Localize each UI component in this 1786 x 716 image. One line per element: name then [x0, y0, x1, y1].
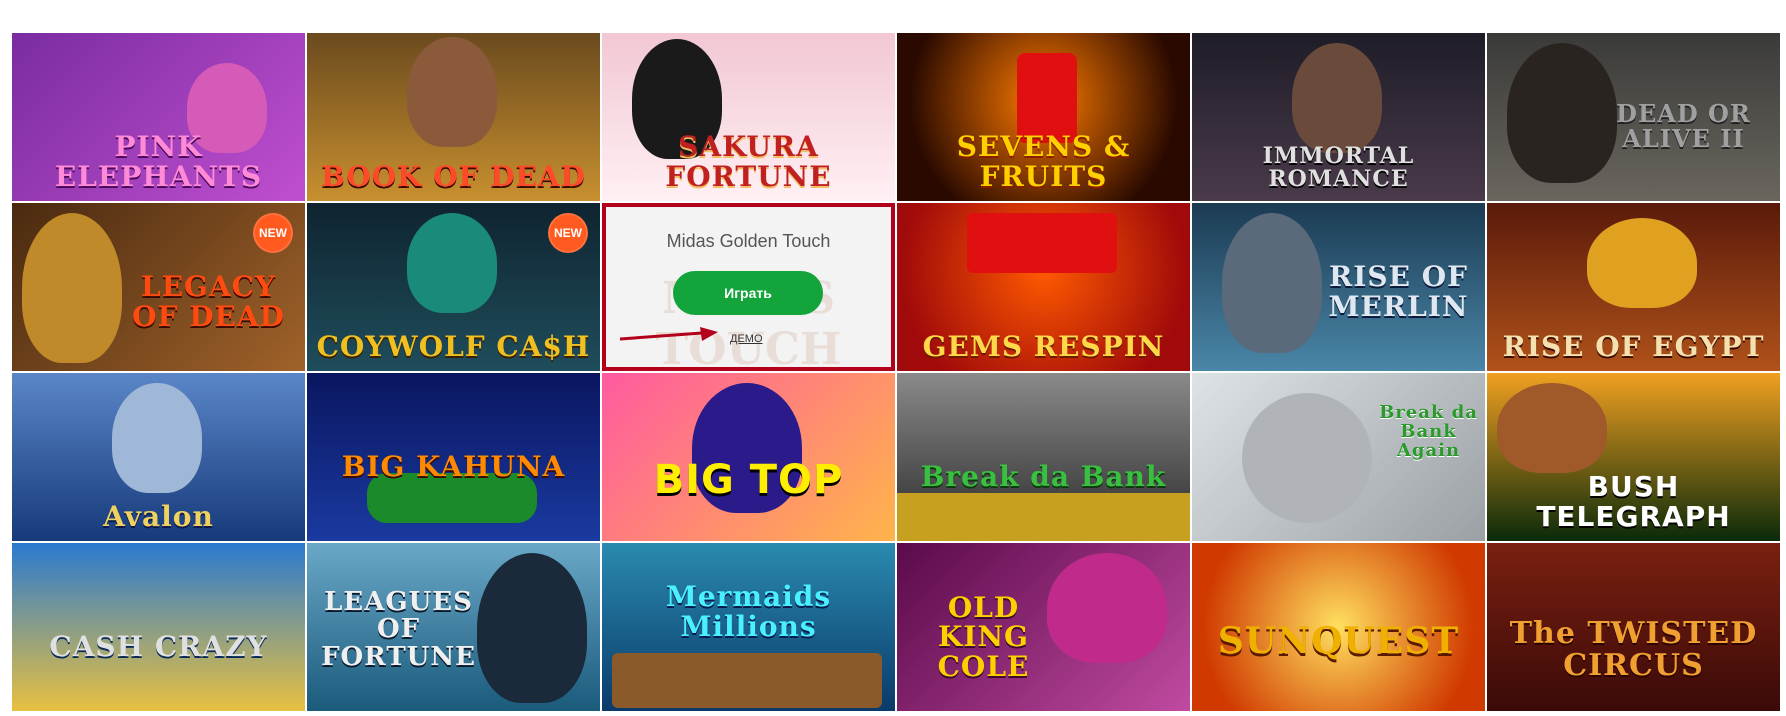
- game-title: LEAGUES OF FORTUNE: [321, 587, 476, 672]
- wolf-mask-icon: [407, 213, 497, 313]
- vault-icon: [1242, 393, 1372, 523]
- game-tile-big-kahuna[interactable]: BIG KAHUNA: [307, 373, 600, 541]
- lady-icon: [112, 383, 202, 493]
- game-tile-rise-of-egypt[interactable]: RISE OF EGYPT: [1487, 203, 1780, 371]
- game-title: RISE OF MERLIN: [1328, 260, 1469, 323]
- coins-icon: [897, 493, 1190, 541]
- game-tile-break-da-bank[interactable]: Break da Bank: [897, 373, 1190, 541]
- game-title: PINK ELEPHANTS: [54, 130, 263, 193]
- game-name: Midas Golden Touch: [666, 231, 831, 251]
- game-tile-sakura-fortune[interactable]: SAKURA FORTUNE: [602, 33, 895, 201]
- game-tile-sevens-fruits[interactable]: SEVENS & FRUITS: [897, 33, 1190, 201]
- game-title: SEVENS & FRUITS: [956, 130, 1131, 193]
- sevens-icon: [967, 213, 1117, 273]
- game-tile-dead-or-alive-2[interactable]: DEAD OR ALIVE II: [1487, 33, 1780, 201]
- new-badge: NEW: [548, 213, 588, 253]
- game-tile-old-king-cole[interactable]: OLD KING COLE: [897, 543, 1190, 711]
- game-grid: PINK ELEPHANTS BOOK OF DEAD SAKURA FORTU…: [12, 33, 1782, 716]
- game-tile-midas-golden-touch[interactable]: MIDAS TOUCH Midas Golden Touch Играть ДЕ…: [602, 203, 895, 371]
- warthog-icon: [1497, 383, 1607, 473]
- game-tile-mermaids-millions[interactable]: Mermaids Millions: [602, 543, 895, 711]
- game-title: BOOK OF DEAD: [321, 159, 586, 193]
- game-title: SAKURA FORTUNE: [665, 130, 832, 193]
- game-title: COYWOLF CA$H: [316, 329, 591, 363]
- play-button[interactable]: Играть: [673, 271, 823, 315]
- game-tile-break-da-bank-again[interactable]: Break da Bank Again: [1192, 373, 1485, 541]
- game-tile-immortal-romance[interactable]: IMMORTAL ROMANCE: [1192, 33, 1485, 201]
- arrow-right-icon: [620, 327, 718, 341]
- game-title: IMMORTAL ROMANCE: [1262, 142, 1415, 192]
- game-title: DEAD OR ALIVE II: [1616, 98, 1751, 153]
- game-tile-book-of-dead[interactable]: BOOK OF DEAD: [307, 33, 600, 201]
- sphinx-icon: [1587, 218, 1697, 308]
- game-tile-sunquest[interactable]: SUNQUEST: [1192, 543, 1485, 711]
- game-tile-rise-of-merlin[interactable]: RISE OF MERLIN: [1192, 203, 1485, 371]
- game-tile-the-twisted-circus[interactable]: The TWISTED CIRCUS: [1487, 543, 1780, 711]
- pharaoh-icon: [22, 213, 122, 363]
- game-tile-pink-elephants[interactable]: PINK ELEPHANTS: [12, 33, 305, 201]
- characters-icon: [1292, 43, 1382, 153]
- game-tile-cash-crazy[interactable]: CASH CRAZY: [12, 543, 305, 711]
- game-title: Avalon: [103, 499, 214, 533]
- adventurer-icon: [407, 37, 497, 147]
- game-title: OLD KING COLE: [937, 590, 1030, 683]
- game-tile-coywolf-cash[interactable]: NEW COYWOLF CA$H: [307, 203, 600, 371]
- game-title: BIG KAHUNA: [341, 449, 566, 483]
- game-tile-avalon[interactable]: Avalon: [12, 373, 305, 541]
- game-tile-legacy-of-dead[interactable]: NEW LEGACY OF DEAD: [12, 203, 305, 371]
- game-title: SUNQUEST: [1217, 620, 1460, 663]
- game-title: RISE OF EGYPT: [1502, 329, 1765, 363]
- game-title: LEGACY OF DEAD: [132, 270, 285, 333]
- game-tile-big-top[interactable]: BIG TOP: [602, 373, 895, 541]
- game-title: Break da Bank Again: [1379, 402, 1478, 462]
- game-artwork: [12, 543, 305, 711]
- wizard-icon: [1222, 213, 1322, 353]
- game-title: The TWISTED CIRCUS: [1509, 616, 1758, 683]
- new-badge: NEW: [253, 213, 293, 253]
- treasure-chest-icon: [612, 653, 882, 708]
- game-tile-leagues-of-fortune[interactable]: LEAGUES OF FORTUNE: [307, 543, 600, 711]
- game-tile-bush-telegraph[interactable]: BUSH TELEGRAPH: [1487, 373, 1780, 541]
- captain-icon: [477, 553, 587, 703]
- game-title: BIG TOP: [653, 457, 844, 503]
- game-title: CASH CRAZY: [49, 629, 268, 663]
- game-title: GEMS RESPIN: [922, 329, 1165, 363]
- demo-link[interactable]: ДЕМО: [730, 333, 763, 345]
- game-title: Mermaids Millions: [665, 580, 832, 643]
- game-title: Break da Bank: [920, 459, 1167, 493]
- game-title: BUSH TELEGRAPH: [1536, 470, 1731, 533]
- game-tile-777-gems-respin[interactable]: GEMS RESPIN: [897, 203, 1190, 371]
